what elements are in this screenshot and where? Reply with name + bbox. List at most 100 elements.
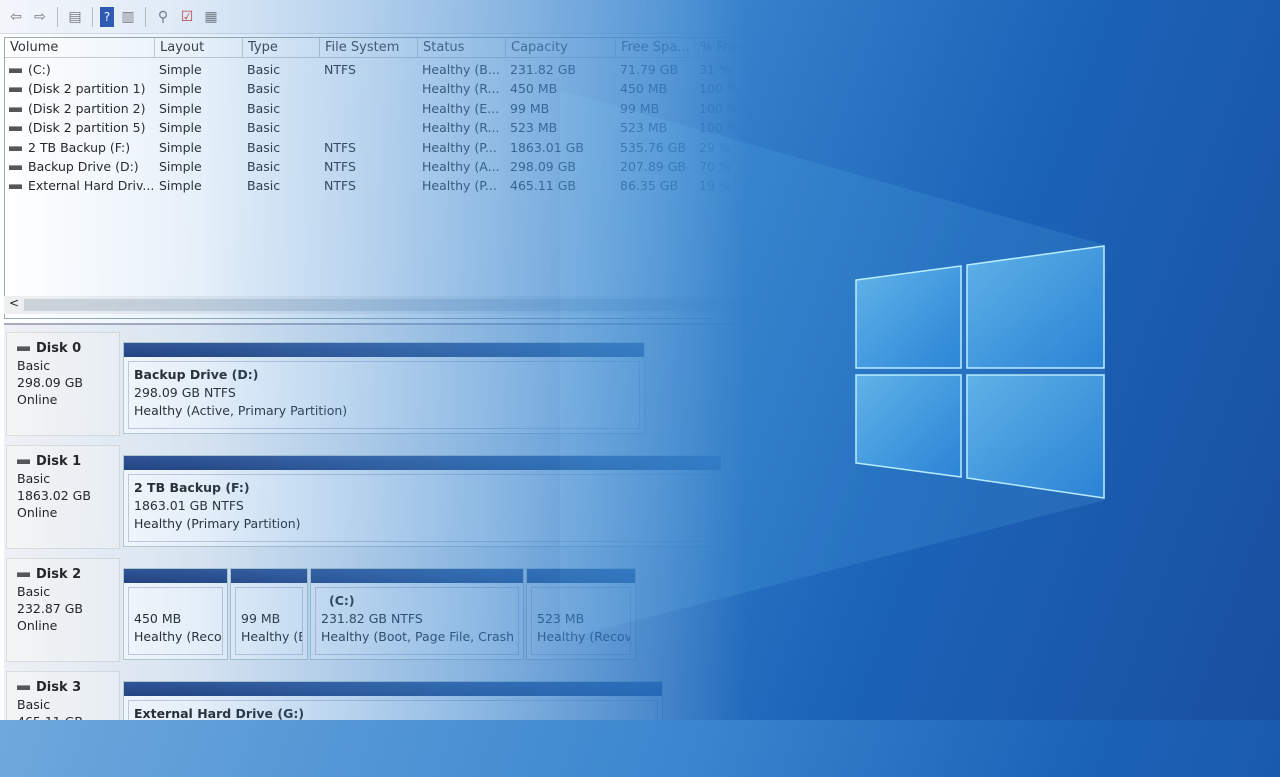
disk-type: Basic <box>17 471 51 486</box>
partition-title: Backup Drive (D:) <box>134 367 259 382</box>
column-header[interactable]: % Free <box>695 38 785 58</box>
table-row[interactable]: (Disk 2 partition 2) Simple Basic Healthy (… <box>5 99 781 118</box>
table-cell: 100 % <box>699 99 785 118</box>
table-cell: Healthy (R... <box>422 118 506 137</box>
partition-body: 2 TB Backup (F:) 1863.01 GB NTFS Healthy (… <box>128 474 717 542</box>
table-cell: 71.79 GB <box>620 60 695 79</box>
cell-text: 523 MB <box>620 120 668 136</box>
table-row[interactable]: (C:) Simple Basic NTFS Healthy (B... 231.82 G… <box>5 60 781 79</box>
partition-status: Healthy (Active, Primary Partition) <box>134 403 348 418</box>
partition-body: (C:) 231.82 GB NTFS Healthy (Boot, Page Fi… <box>315 587 519 655</box>
console-tree-icon[interactable]: ▤ <box>65 7 85 27</box>
disk-name: Disk 2 <box>36 567 82 582</box>
table-cell: Basic <box>247 176 320 195</box>
table-row[interactable]: Backup Drive (D:) Simple Basic NTFS Healthy … <box>5 157 781 176</box>
table-cell: 29 % <box>699 138 785 157</box>
cell-text: Healthy (R... <box>422 120 500 136</box>
disk-type: Basic <box>17 584 51 599</box>
table-row[interactable]: 2 TB Backup (F:) Simple Basic NTFS Healthy (… <box>5 138 781 157</box>
disk-label[interactable]: Disk 0 Basic 298.09 GB Online <box>6 332 120 436</box>
table-cell: Simple <box>159 99 243 118</box>
disk-name: Disk 3 <box>36 680 82 695</box>
column-header[interactable]: Layout <box>155 38 243 58</box>
drive-icon <box>9 184 22 190</box>
disk-name: Disk 0 <box>36 341 82 356</box>
help-icon[interactable]: ? <box>100 6 114 27</box>
table-cell: (Disk 2 partition 1) <box>9 79 155 98</box>
table-cell: Basic <box>247 79 320 98</box>
horizontal-scrollbar[interactable]: < <box>4 296 780 314</box>
partition[interactable]: 523 MB Healthy (Recovery Partition) <box>526 568 636 660</box>
disk-label[interactable]: Disk 3 Basic 465.11 GB <box>6 671 120 775</box>
partition[interactable]: 99 MB Healthy (EFI System Partition) <box>230 568 308 660</box>
partition-size: 99 MB <box>241 611 281 626</box>
table-cell: 2 TB Backup (F:) <box>9 138 155 157</box>
partition-title: 2 TB Backup (F:) <box>134 480 250 495</box>
partition[interactable]: 2 TB Backup (F:) 1863.01 GB NTFS Healthy (… <box>123 455 722 547</box>
cell-text: Healthy (R... <box>422 81 500 97</box>
column-header[interactable]: Volume <box>5 38 155 58</box>
properties-icon[interactable]: ▦ <box>201 7 221 27</box>
table-cell: 31 % <box>699 60 785 79</box>
partition-status: Healthy (Recovery Partition) <box>537 629 631 644</box>
disk-icon <box>17 459 30 464</box>
table-row[interactable]: External Hard Driv... Simple Basic NTFS Heal… <box>5 176 781 195</box>
drive-icon <box>9 87 22 93</box>
cell-text: 29 % <box>699 139 731 155</box>
table-cell: 86.35 GB <box>620 176 695 195</box>
partition-title <box>241 592 297 610</box>
cell-text: (Disk 2 partition 5) <box>28 120 146 136</box>
cell-text: 450 MB <box>620 81 668 97</box>
drive-icon <box>9 165 22 170</box>
back-arrow-icon[interactable]: ⇦ <box>6 7 26 27</box>
table-cell: 70 % <box>699 157 785 176</box>
partition-bar <box>124 343 644 357</box>
table-cell: Basic <box>247 157 320 176</box>
partition[interactable]: (C:) 231.82 GB NTFS Healthy (Boot, Page Fi… <box>310 568 524 660</box>
forward-arrow-icon[interactable]: ⇨ <box>30 7 50 27</box>
partition-title <box>134 592 217 610</box>
column-header[interactable]: Free Spa... <box>616 38 695 58</box>
cell-text: 70 % <box>699 159 731 174</box>
table-cell: Basic <box>247 60 320 79</box>
column-header[interactable]: Status <box>418 38 506 58</box>
action-pane-icon[interactable]: ▥ <box>118 7 138 27</box>
disk-label[interactable]: Disk 2 Basic 232.87 GB Online <box>6 558 120 662</box>
table-cell: Healthy (P... <box>422 138 506 157</box>
disk-0: Disk 0 Basic 298.09 GB Online Backup Drive (… <box>4 330 780 438</box>
column-header[interactable]: Capacity <box>506 38 616 58</box>
partition-status: Healthy (Recovery Partition) <box>134 629 222 644</box>
cell-text: 100 % <box>699 120 739 136</box>
partition-size: 231.82 GB NTFS <box>321 611 423 626</box>
scrollbar-thumb[interactable] <box>24 299 764 311</box>
table-row[interactable]: (Disk 2 partition 5) Simple Basic Healthy (… <box>5 118 781 137</box>
scroll-left-button[interactable]: < <box>9 296 19 310</box>
toolbar: ⇦ ⇨ ▤ ? ▥ ⚲ ☑ ▦ <box>0 0 780 34</box>
table-cell: 99 MB <box>620 99 695 118</box>
disk-state: Online <box>17 618 58 633</box>
cell-text: 86.35 GB <box>620 178 679 194</box>
partition-status: Healthy (Primary Partition) <box>134 516 301 531</box>
table-cell: Healthy (E... <box>422 99 506 118</box>
partition-body: Backup Drive (D:) 298.09 GB NTFS Healthy (… <box>128 361 640 429</box>
partition[interactable]: 450 MB Healthy (Recovery Partition) <box>123 568 228 660</box>
table-row[interactable]: (Disk 2 partition 1) Simple Basic Healthy (… <box>5 79 781 98</box>
drive-icon <box>9 126 22 132</box>
cell-text: 465.11 GB <box>510 178 576 194</box>
partition[interactable]: External Hard Drive (G:) 465.11 GB NTFS <box>123 681 663 773</box>
partition[interactable]: Backup Drive (D:) 298.09 GB NTFS Healthy (… <box>123 342 645 434</box>
column-header[interactable]: File System <box>320 38 418 58</box>
table-cell: Simple <box>159 79 243 98</box>
table-cell: 99 MB <box>510 99 616 118</box>
cell-text: 231.82 GB <box>510 62 576 77</box>
connect-icon[interactable]: ⚲ <box>153 7 173 27</box>
cell-text: (Disk 2 partition 2) <box>28 100 146 116</box>
table-cell: Simple <box>159 176 243 195</box>
table-cell: Simple <box>159 138 243 157</box>
disk-size: 465.11 GB <box>17 714 83 729</box>
column-header[interactable]: Type <box>243 38 320 58</box>
disk-label[interactable]: Disk 1 Basic 1863.02 GB Online <box>6 445 120 549</box>
checklist-icon[interactable]: ☑ <box>177 7 197 27</box>
drive-icon <box>9 145 22 151</box>
disk-size: 232.87 GB <box>17 601 83 616</box>
